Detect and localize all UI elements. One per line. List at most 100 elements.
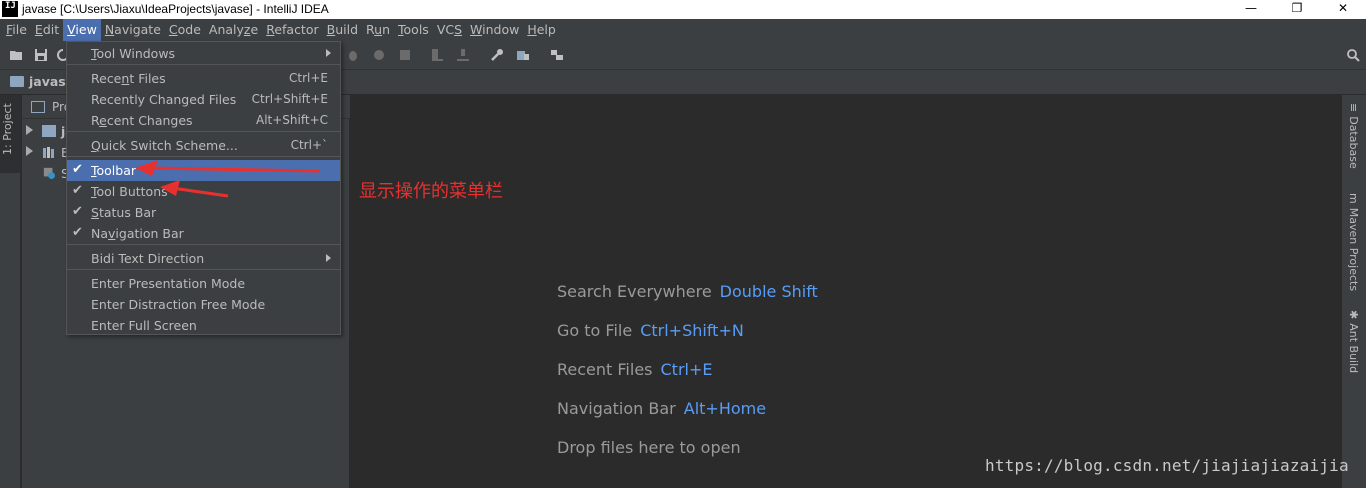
stop-icon[interactable] [398, 48, 412, 62]
view-menu-item-label: Recent Changes [91, 113, 193, 128]
checkmark-icon: ✔ [72, 225, 83, 240]
menu-separator [67, 269, 340, 270]
editor-hint: Go to File Ctrl+Shift+N [557, 321, 744, 340]
view-menu-item[interactable]: ✔ Status Bar [67, 202, 340, 223]
menu-item[interactable]: Help [523, 19, 560, 41]
editor-hint: Search Everywhere Double Shift [557, 282, 818, 301]
view-menu-item-shortcut: Ctrl+` [290, 138, 328, 152]
menu-item[interactable]: Code [165, 19, 205, 41]
submenu-arrow-icon [326, 254, 331, 262]
view-menu-item[interactable]: Enter Presentation Mode [67, 273, 340, 294]
menu-item[interactable]: Window [466, 19, 523, 41]
menu-separator [67, 156, 340, 157]
build-project-icon[interactable] [430, 48, 444, 62]
view-menu-item[interactable]: ✔ Tool Buttons [67, 181, 340, 202]
close-button[interactable]: ✕ [1320, 0, 1366, 19]
view-menu-item[interactable]: ✔ Navigation Bar [67, 223, 340, 244]
view-menu-item[interactable]: Recent Files Ctrl+E [67, 68, 340, 89]
view-menu-item-shortcut: Ctrl+Shift+E [251, 92, 328, 106]
view-menu-item-label: Enter Presentation Mode [91, 276, 246, 291]
view-menu-item-label: Recently Changed Files [91, 92, 237, 107]
view-menu-item-label: Tool Windows [91, 46, 176, 61]
view-menu-item-label: Navigation Bar [91, 226, 184, 241]
menu-item[interactable]: View [63, 19, 101, 41]
editor-hint-text: Go to File [557, 321, 633, 340]
watermark-text: https://blog.csdn.net/jiajiajiazaijia [985, 456, 1349, 475]
tool-tab-icon: ≡ [1347, 103, 1360, 113]
editor-hint-text: Drop files here to open [557, 438, 741, 457]
title-bar: IJ javase [C:\Users\Jiaxu\IdeaProjects\j… [0, 0, 1366, 19]
search-icon[interactable] [1346, 48, 1360, 62]
checkmark-icon: ✔ [72, 204, 83, 219]
project-structure-icon[interactable] [516, 48, 530, 62]
view-menu-item-label: Enter Distraction Free Mode [91, 297, 266, 312]
editor-hint: Recent Files Ctrl+E [557, 360, 712, 379]
restore-button[interactable]: ❐ [1274, 0, 1320, 19]
view-menu-item-label: Toolbar [91, 163, 137, 178]
editor-hint-shortcut: Alt+Home [683, 399, 767, 418]
menu-item[interactable]: File [2, 19, 31, 41]
view-menu-item-label: Enter Full Screen [91, 318, 197, 333]
coverage-icon[interactable] [372, 48, 386, 62]
checkmark-icon: ✔ [72, 183, 83, 198]
view-menu-item[interactable]: Enter Full Screen [67, 315, 340, 336]
right-tool-tab-label: ≡Database [1347, 103, 1360, 169]
debug-icon[interactable] [346, 48, 360, 62]
menu-item[interactable]: VCS [433, 19, 466, 41]
tool-tab-icon: ✱ [1347, 310, 1360, 320]
editor-hint-text: Search Everywhere [557, 282, 712, 301]
settings-wrench-icon[interactable] [490, 48, 504, 62]
download-icon[interactable] [456, 48, 470, 62]
editor-hint-text: Navigation Bar [557, 399, 676, 418]
open-folder-icon[interactable] [9, 48, 23, 62]
window-title: javase [C:\Users\Jiaxu\IdeaProjects\java… [22, 2, 329, 16]
editor-hint-text: Recent Files [557, 360, 653, 379]
project-tool-tab[interactable]: 1: Project [0, 95, 21, 173]
view-menu-item[interactable]: Recently Changed Files Ctrl+Shift+E [67, 89, 340, 110]
menu-item[interactable]: Run [362, 19, 394, 41]
tool-tab-icon: m [1347, 193, 1360, 204]
expand-arrow-icon[interactable] [26, 146, 33, 156]
view-menu-item[interactable]: Enter Distraction Free Mode [67, 294, 340, 315]
intellij-app-icon: IJ [2, 1, 18, 17]
editor-hint: Navigation Bar Alt+Home [557, 399, 766, 418]
view-menu-item[interactable]: ✔ Toolbar [67, 160, 340, 181]
module-folder-icon [42, 125, 56, 137]
editor-hint-shortcut: Double Shift [719, 282, 818, 301]
view-menu-item[interactable]: Quick Switch Scheme... Ctrl+` [67, 135, 340, 156]
view-menu-item[interactable]: Tool Windows [67, 43, 340, 64]
expand-arrow-icon[interactable] [26, 125, 33, 135]
view-menu-item-label: Recent Files [91, 71, 166, 86]
menu-bar: File Edit View Navigate Code Analyze Refactor B… [0, 19, 1366, 41]
view-menu-item[interactable]: Bidi Text Direction [67, 248, 340, 269]
minimize-button[interactable]: — [1228, 0, 1274, 19]
folder-icon [10, 76, 24, 87]
project-tab-label: 1: Project [1, 103, 14, 155]
sdk-icon[interactable] [550, 48, 564, 62]
menu-item[interactable]: Tools [394, 19, 433, 41]
view-menu-dropdown: Tool Windows Recent Files Ctrl+E Recently C… [66, 41, 341, 335]
menu-separator [67, 64, 340, 65]
save-icon[interactable] [34, 48, 48, 62]
editor-hint-shortcut: Ctrl+Shift+N [640, 321, 744, 340]
scratches-icon [43, 167, 55, 179]
editor-area[interactable]: 显示操作的菜单栏 Search Everywhere Double Shift Go… [351, 95, 1341, 488]
view-menu-item[interactable]: Recent Changes Alt+Shift+C [67, 110, 340, 131]
view-menu-item-shortcut: Ctrl+E [289, 71, 328, 85]
menu-item[interactable]: Navigate [101, 19, 165, 41]
checkmark-icon: ✔ [72, 162, 83, 177]
left-tool-stripe: 1: Project [0, 95, 21, 488]
view-menu-item-shortcut: Alt+Shift+C [255, 113, 328, 127]
menu-item[interactable]: Edit [31, 19, 63, 41]
right-tool-stripe: ≡Database mMaven Projects ✱Ant Build [1341, 95, 1366, 488]
menu-item[interactable]: Build [323, 19, 362, 41]
submenu-arrow-icon [326, 49, 331, 57]
menu-item[interactable]: Analyze [205, 19, 262, 41]
right-tool-tab-label: mMaven Projects [1347, 193, 1360, 292]
view-menu-item-label: Bidi Text Direction [91, 251, 205, 266]
view-menu-item-label: Tool Buttons [91, 184, 168, 199]
view-menu-item-label: Quick Switch Scheme... [91, 138, 238, 153]
menu-item[interactable]: Refactor [262, 19, 322, 41]
project-view-icon [31, 101, 45, 113]
view-menu-item-label: Status Bar [91, 205, 157, 220]
